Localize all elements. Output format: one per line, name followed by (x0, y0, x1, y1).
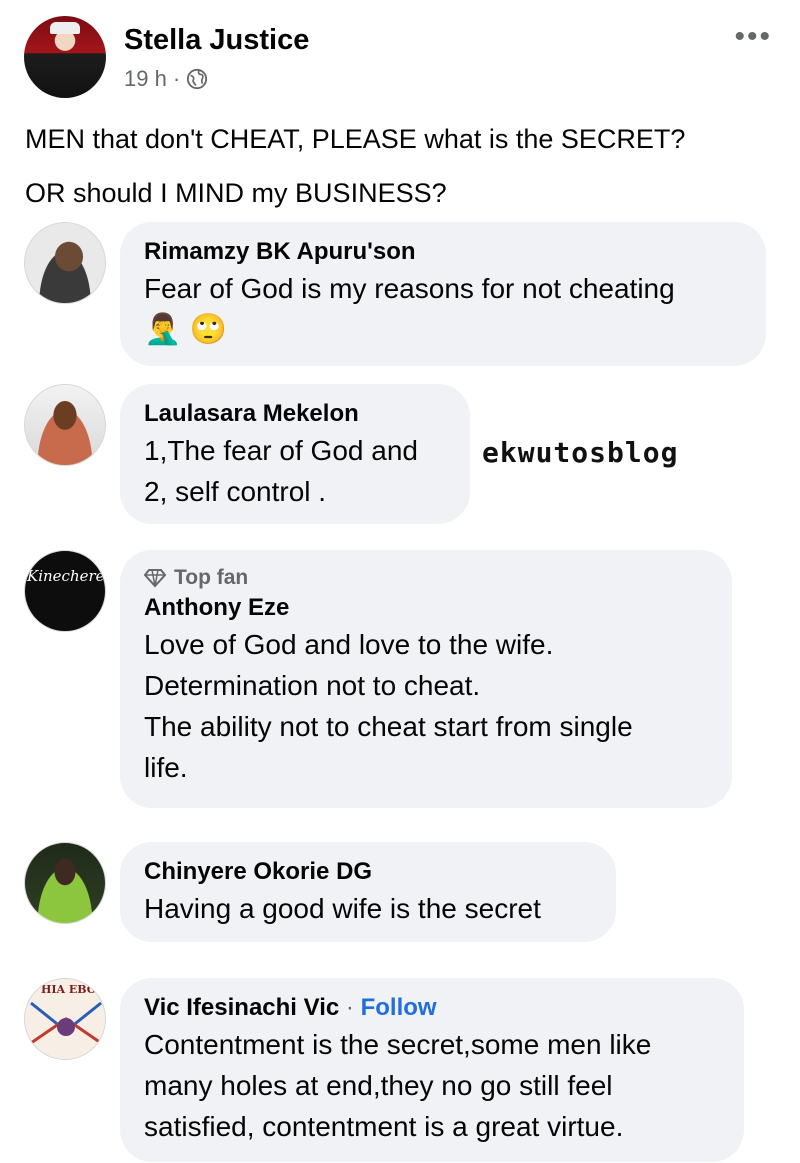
comment-line: Fear of God is my reasons for not cheati… (144, 273, 675, 304)
name-separator: · (345, 994, 354, 1021)
commenter-name[interactable]: Chinyere Okorie DG (144, 856, 592, 888)
commenter-avatar[interactable]: Kinecherem (24, 550, 106, 632)
commenter-avatar[interactable] (24, 222, 106, 304)
avatar-label: Kinecherem (27, 567, 105, 585)
comment-text: Love of God and love to the wife. Determ… (144, 624, 708, 788)
comment-bubble: Rimamzy BK Apuru'son Fear of God is my r… (120, 222, 766, 366)
commenter-avatar[interactable] (24, 384, 106, 466)
commenter-name-row: Vic Ifesinachi Vic · Follow (144, 992, 720, 1024)
comment-bubble: Top fan Anthony Eze Love of God and love… (120, 550, 732, 808)
commenter-name[interactable]: Rimamzy BK Apuru'son (144, 236, 742, 268)
post-text: MEN that don't CHEAT, PLEASE what is the… (25, 112, 785, 220)
comment-line: 1,The fear of God and (144, 435, 418, 466)
follow-button[interactable]: Follow (361, 994, 437, 1021)
meta-separator: · (172, 66, 181, 91)
comment-line: Having a good wife is the secret (144, 893, 541, 924)
avatar-graphic (30, 1001, 102, 1045)
comment-line: life. (144, 752, 188, 783)
comment-line: Determination not to cheat. (144, 670, 481, 701)
comment-line: Contentment is the secret,some men like (144, 1029, 652, 1060)
diamond-icon (144, 569, 166, 588)
comment-text: Having a good wife is the secret (144, 888, 592, 929)
comment-emojis: 🤦‍♂️ 🙄 (144, 313, 228, 346)
comment-text: 1,The fear of God and 2, self control . (144, 430, 446, 512)
post-time[interactable]: 19 h (124, 66, 167, 92)
post-header: Stella Justice 19 h · ••• (24, 16, 784, 100)
commenter-name[interactable]: Vic Ifesinachi Vic (144, 994, 339, 1021)
post-meta: 19 h · (124, 66, 208, 92)
post-author-name[interactable]: Stella Justice (124, 24, 309, 57)
commenter-avatar[interactable]: HIA EBON (24, 978, 106, 1060)
globe-icon (187, 68, 208, 90)
comment-bubble: Chinyere Okorie DG Having a good wife is… (120, 842, 616, 942)
comment-line: The ability not to cheat start from sing… (144, 711, 633, 742)
comment-line: many holes at end,they no go still feel (144, 1070, 613, 1101)
commenter-avatar[interactable] (24, 842, 106, 924)
comment-line: Love of God and love to the wife. (144, 629, 554, 660)
top-fan-label: Top fan (174, 566, 249, 589)
comment-text: Contentment is the secret,some men like … (144, 1024, 720, 1147)
more-options-icon[interactable]: ••• (734, 22, 772, 52)
top-fan-badge: Top fan (144, 564, 708, 592)
post-text-line: OR should I MIND my BUSINESS? (25, 178, 447, 208)
comment-bubble: Vic Ifesinachi Vic · Follow Contentment … (120, 978, 744, 1162)
commenter-name[interactable]: Laulasara Mekelon (144, 398, 446, 430)
post-text-line: MEN that don't CHEAT, PLEASE what is the… (25, 124, 686, 154)
watermark: ekwutosblog (482, 436, 679, 469)
comment-bubble: Laulasara Mekelon 1,The fear of God and … (120, 384, 470, 524)
comment-text: Fear of God is my reasons for not cheati… (144, 268, 742, 309)
commenter-name[interactable]: Anthony Eze (144, 592, 708, 624)
comment-line: satisfied, contentment is a great virtue… (144, 1111, 624, 1142)
comment-line: 2, self control . (144, 476, 327, 507)
author-avatar[interactable] (24, 16, 106, 98)
